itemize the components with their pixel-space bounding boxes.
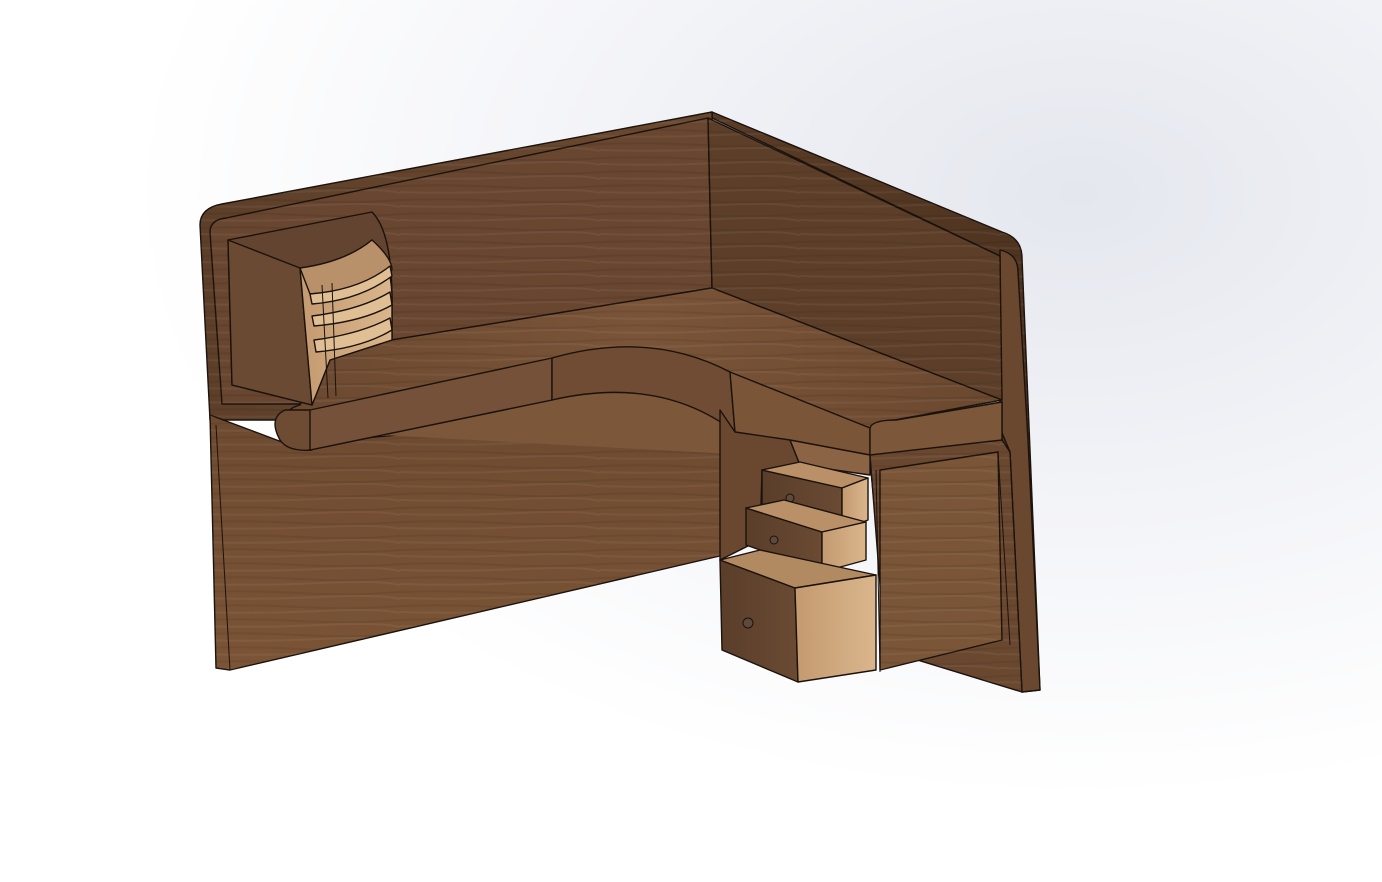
graphics-viewport[interactable]: [0, 0, 1382, 882]
bottom-drawer: [719, 549, 877, 683]
desk-3d-model[interactable]: [0, 0, 1382, 882]
